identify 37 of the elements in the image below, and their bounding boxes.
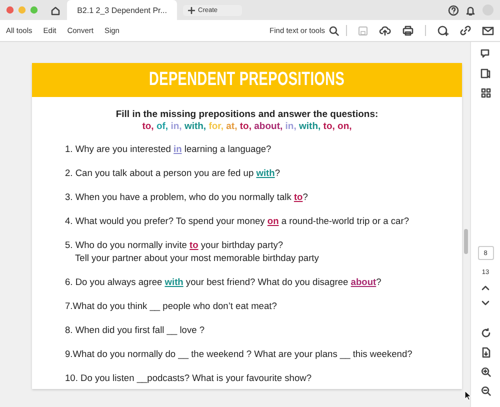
question-text: 1. Why are you interested in learning a language? bbox=[65, 143, 272, 156]
cloud-upload-icon[interactable] bbox=[379, 25, 391, 36]
home-icon[interactable] bbox=[50, 4, 61, 16]
mail-icon[interactable] bbox=[482, 26, 494, 36]
refresh-icon[interactable] bbox=[480, 328, 490, 338]
worksheet-title: DEPENDENT PREPOSITIONS bbox=[149, 69, 345, 91]
bookmark-icon[interactable] bbox=[480, 68, 491, 79]
chevron-down-icon[interactable] bbox=[481, 300, 490, 306]
question-text: 2. Can you talk about a person you are fed up with? bbox=[65, 167, 281, 180]
search-icon bbox=[329, 26, 339, 36]
question-text: 7.What do you think __ people who don’t eat meat? bbox=[65, 300, 278, 312]
question-text: 8. When did you first fall __ love ? bbox=[65, 324, 206, 336]
question-text: 6. Do you always agree with your best friend? What do you disagree about? bbox=[65, 276, 382, 288]
plus-icon bbox=[188, 6, 195, 14]
question-text: Tell your partner about your most memorable birthday party bbox=[74, 252, 320, 264]
question-text: 5. Who do you normally invite to your birthday party? bbox=[65, 239, 284, 252]
bell-icon[interactable] bbox=[465, 4, 476, 16]
help-icon[interactable] bbox=[448, 4, 459, 16]
comment-add-icon[interactable] bbox=[437, 25, 449, 36]
save-icon bbox=[358, 26, 368, 36]
zoom-in-icon[interactable] bbox=[480, 367, 490, 377]
question-text: 3. When you have a problem, who do you normally talk to? bbox=[65, 191, 309, 204]
grid-icon[interactable] bbox=[480, 88, 490, 98]
link-icon[interactable] bbox=[460, 25, 471, 36]
word-bank: to, of, in, with, for, at, to, about, in, with, to, on, bbox=[141, 121, 353, 133]
question-text: 10. Do you listen __podcasts? What is your favourite show? bbox=[65, 372, 312, 384]
comment-icon[interactable] bbox=[480, 48, 491, 59]
page-icon[interactable] bbox=[480, 347, 490, 358]
print-icon[interactable] bbox=[402, 25, 414, 36]
document-tab[interactable]: B2.1 2_3 Dependent Pr... bbox=[67, 0, 177, 20]
chevron-up-icon[interactable] bbox=[481, 285, 490, 291]
question-text: 9.What do you normally do __ the weekend ? What are your plans __ this weekend? bbox=[65, 348, 414, 360]
close-window-icon[interactable] bbox=[6, 6, 14, 14]
question-text: 4. What would you prefer? To spend your money on a round-the-world trip or a car? bbox=[65, 215, 410, 228]
scrollbar-thumb[interactable] bbox=[464, 229, 468, 254]
instruction-text: Fill in the missing prepositions and answer the questions: bbox=[114, 109, 380, 121]
zoom-out-icon[interactable] bbox=[480, 386, 490, 396]
